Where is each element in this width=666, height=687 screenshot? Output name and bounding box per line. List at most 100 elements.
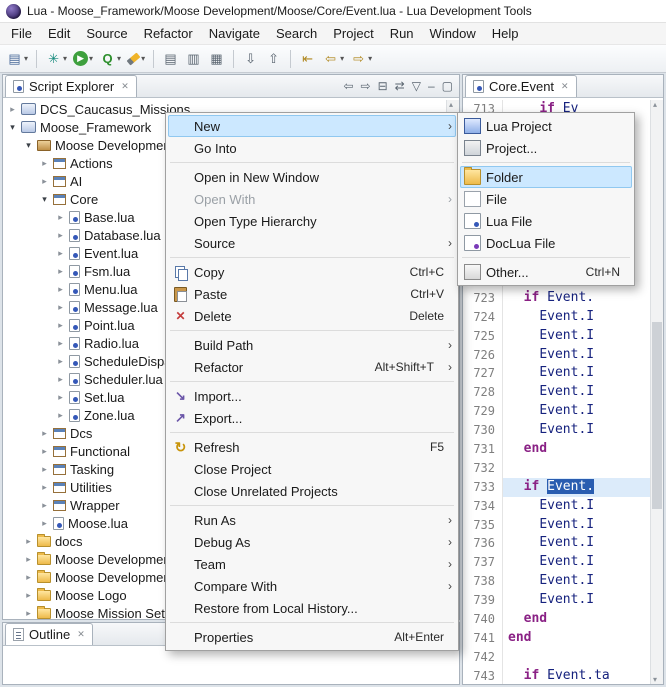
- toggle-block-selection-button[interactable]: ▥: [183, 48, 204, 70]
- menu-item-close-project[interactable]: Close Project: [168, 458, 456, 480]
- tab-core-event[interactable]: Core.Event: [465, 75, 577, 97]
- maximize-button[interactable]: ▢: [442, 79, 453, 93]
- menu-item-folder[interactable]: Folder: [460, 166, 632, 188]
- code-line[interactable]: 726 Event.I: [463, 346, 650, 365]
- twistie-collapsed-icon[interactable]: ▸: [55, 320, 66, 331]
- menu-item-debug-as[interactable]: Debug As›: [168, 531, 456, 553]
- menu-refactor[interactable]: Refactor: [136, 24, 201, 43]
- twistie-collapsed-icon[interactable]: ▸: [39, 158, 50, 169]
- menu-item-project[interactable]: Project...: [460, 137, 632, 159]
- run-button[interactable]: ▶▾: [71, 48, 95, 70]
- menu-run[interactable]: Run: [382, 24, 422, 43]
- twistie-collapsed-icon[interactable]: ▸: [55, 410, 66, 421]
- tab-script-explorer[interactable]: Script Explorer: [5, 75, 137, 97]
- menu-search[interactable]: Search: [268, 24, 325, 43]
- menu-item-refactor[interactable]: RefactorAlt+Shift+T›: [168, 356, 456, 378]
- code-line[interactable]: 728 Event.I: [463, 383, 650, 402]
- menu-source[interactable]: Source: [78, 24, 135, 43]
- code-line[interactable]: 725 Event.I: [463, 327, 650, 346]
- search-flashlight-button[interactable]: ▾: [125, 48, 147, 70]
- code-line[interactable]: 734 Event.I: [463, 497, 650, 516]
- menu-item-other[interactable]: Other...Ctrl+N: [460, 261, 632, 283]
- code-line[interactable]: 739 Event.I: [463, 591, 650, 610]
- menu-item-doclua-file[interactable]: DocLua File: [460, 232, 632, 254]
- back-button[interactable]: ⇦▾: [320, 48, 346, 70]
- twistie-expanded-icon[interactable]: ▾: [7, 122, 18, 133]
- twistie-collapsed-icon[interactable]: ▸: [55, 212, 66, 223]
- menu-item-open-in-new-window[interactable]: Open in New Window: [168, 166, 456, 188]
- collapse-all-button[interactable]: ⊟: [378, 79, 388, 93]
- back-button[interactable]: ⇦: [343, 79, 353, 93]
- menu-item-import[interactable]: Import...: [168, 385, 456, 407]
- twistie-collapsed-icon[interactable]: ▸: [7, 104, 18, 115]
- menu-item-compare-with[interactable]: Compare With›: [168, 575, 456, 597]
- twistie-collapsed-icon[interactable]: ▸: [55, 266, 66, 277]
- twistie-collapsed-icon[interactable]: ▸: [55, 338, 66, 349]
- toggle-mark-occurrences-button[interactable]: ▤: [160, 48, 181, 70]
- menu-item-close-unrelated-projects[interactable]: Close Unrelated Projects: [168, 480, 456, 502]
- twistie-collapsed-icon[interactable]: ▸: [23, 590, 34, 601]
- menu-item-refresh[interactable]: RefreshF5: [168, 436, 456, 458]
- twistie-collapsed-icon[interactable]: ▸: [55, 374, 66, 385]
- toggle-whitespace-button[interactable]: ▦: [206, 48, 227, 70]
- twistie-collapsed-icon[interactable]: ▸: [55, 356, 66, 367]
- dropdown-arrow-icon[interactable]: ▾: [340, 54, 344, 63]
- twistie-collapsed-icon[interactable]: ▸: [55, 392, 66, 403]
- menu-item-properties[interactable]: PropertiesAlt+Enter: [168, 626, 456, 648]
- menu-help[interactable]: Help: [484, 24, 527, 43]
- tab-outline[interactable]: Outline: [5, 623, 93, 645]
- code-line[interactable]: 741end: [463, 629, 650, 648]
- menu-item-team[interactable]: Team›: [168, 553, 456, 575]
- twistie-expanded-icon[interactable]: ▾: [23, 140, 34, 151]
- code-line[interactable]: 742: [463, 648, 650, 667]
- code-line[interactable]: 723 if Event.: [463, 289, 650, 308]
- twistie-collapsed-icon[interactable]: ▸: [39, 482, 50, 493]
- dropdown-arrow-icon[interactable]: ▾: [141, 54, 145, 63]
- menu-item-export[interactable]: Export...: [168, 407, 456, 429]
- twistie-collapsed-icon[interactable]: ▸: [23, 608, 34, 619]
- scrollbar-thumb[interactable]: [652, 322, 662, 509]
- twistie-expanded-icon[interactable]: ▾: [39, 194, 50, 205]
- code-line[interactable]: 730 Event.I: [463, 421, 650, 440]
- menu-navigate[interactable]: Navigate: [201, 24, 268, 43]
- twistie-collapsed-icon[interactable]: ▸: [55, 230, 66, 241]
- twistie-collapsed-icon[interactable]: ▸: [39, 464, 50, 475]
- menu-window[interactable]: Window: [422, 24, 484, 43]
- menu-item-lua-project[interactable]: Lua Project: [460, 115, 632, 137]
- code-line[interactable]: 743 if Event.ta: [463, 667, 650, 684]
- twistie-collapsed-icon[interactable]: ▸: [39, 518, 50, 529]
- coverage-button[interactable]: Q▾: [97, 48, 123, 70]
- twistie-collapsed-icon[interactable]: ▸: [39, 446, 50, 457]
- dropdown-arrow-icon[interactable]: ▾: [89, 54, 93, 63]
- menu-item-run-as[interactable]: Run As›: [168, 509, 456, 531]
- menu-file[interactable]: File: [3, 24, 40, 43]
- dropdown-arrow-icon[interactable]: ▾: [117, 54, 121, 63]
- menu-item-build-path[interactable]: Build Path›: [168, 334, 456, 356]
- twistie-collapsed-icon[interactable]: ▸: [23, 572, 34, 583]
- menu-project[interactable]: Project: [325, 24, 381, 43]
- minimize-button[interactable]: –: [428, 79, 435, 93]
- external-tools-button[interactable]: ✳▾: [43, 48, 69, 70]
- code-line[interactable]: 729 Event.I: [463, 402, 650, 421]
- twistie-collapsed-icon[interactable]: ▸: [55, 302, 66, 313]
- dropdown-arrow-icon[interactable]: ▾: [63, 54, 67, 63]
- code-line[interactable]: 738 Event.I: [463, 572, 650, 591]
- dropdown-arrow-icon[interactable]: ▾: [368, 54, 372, 63]
- menu-item-restore-from-local-history[interactable]: Restore from Local History...: [168, 597, 456, 619]
- new-wizard-button[interactable]: ▤▾: [4, 48, 30, 70]
- twistie-collapsed-icon[interactable]: ▸: [55, 248, 66, 259]
- editor-scrollbar[interactable]: [650, 100, 663, 684]
- code-line[interactable]: 735 Event.I: [463, 516, 650, 535]
- code-line[interactable]: 740 end: [463, 610, 650, 629]
- code-line[interactable]: 727 Event.I: [463, 364, 650, 383]
- previous-annotation-button[interactable]: ⇧: [263, 48, 284, 70]
- code-line[interactable]: 732: [463, 459, 650, 478]
- code-line[interactable]: 731 end: [463, 440, 650, 459]
- menu-item-open-type-hierarchy[interactable]: Open Type Hierarchy: [168, 210, 456, 232]
- twistie-collapsed-icon[interactable]: ▸: [39, 176, 50, 187]
- dropdown-arrow-icon[interactable]: ▾: [24, 54, 28, 63]
- twistie-collapsed-icon[interactable]: ▸: [23, 554, 34, 565]
- code-line[interactable]: 724 Event.I: [463, 308, 650, 327]
- twistie-collapsed-icon[interactable]: ▸: [55, 284, 66, 295]
- code-line[interactable]: 736 Event.I: [463, 534, 650, 553]
